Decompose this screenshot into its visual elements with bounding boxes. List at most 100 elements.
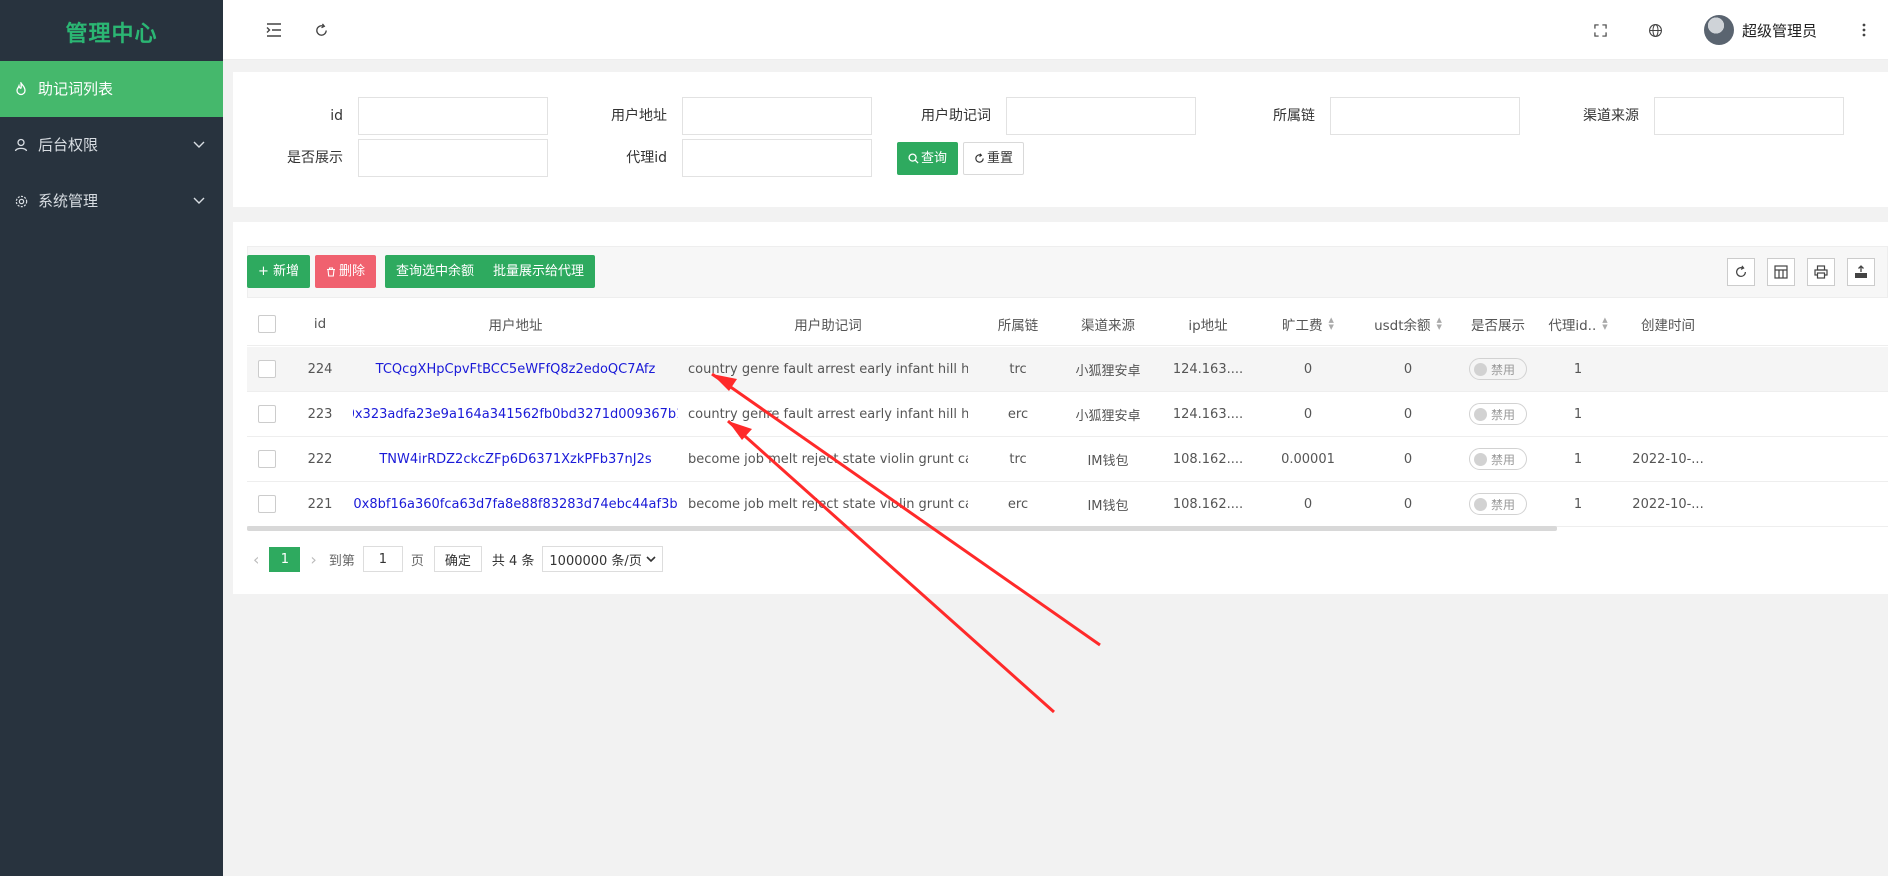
is-display-input[interactable] <box>358 139 548 177</box>
query-button[interactable]: 查询 <box>897 142 959 175</box>
sidebar-item-system-management[interactable]: 系统管理 <box>0 173 223 229</box>
query-selected-balance-button[interactable]: 查询选中余额 <box>385 255 486 288</box>
column-header-label: usdt余额 <box>1374 317 1431 334</box>
table-panel: + 新增 删除 查询选中余额 批量展示给代理 id 用户地址 用户助记词 所属链… <box>233 222 1888 594</box>
cell-address-link[interactable]: 0x8bf16a360fca63d7fa8e88f83283d74ebc44af… <box>353 482 678 526</box>
cell-chain: erc <box>1007 496 1029 512</box>
cell-address-link[interactable]: 0x323adfa23e9a164a341562fb0bd3271d009367… <box>353 392 678 436</box>
app-title: 管理中心 <box>65 22 158 47</box>
table-row[interactable]: 224 TCQcgXHpCpvFtBCC5eWFfQ8z2edoQC7Afz c… <box>247 347 1888 392</box>
cell-ip: 124.163.... <box>1172 406 1244 422</box>
goto-label: 到第 <box>328 553 355 569</box>
column-header-sortable[interactable]: usdt余额 ▲ ▼ <box>1358 302 1458 345</box>
show-toggle[interactable]: 禁用 <box>1458 437 1538 481</box>
user-mnemonic-input[interactable] <box>1006 97 1196 135</box>
id-input[interactable] <box>358 97 548 135</box>
cell-usdt: 0 <box>1403 451 1413 467</box>
more-icon[interactable] <box>1852 18 1876 42</box>
row-checkbox[interactable] <box>247 392 287 436</box>
toggle-label: 禁用 <box>1491 407 1516 422</box>
column-header: 创建时间 <box>1641 317 1695 334</box>
top-header: 超级管理员 <box>223 0 1888 60</box>
goto-page-input[interactable]: 1 <box>362 546 403 572</box>
toggle-label: 禁用 <box>1491 362 1516 377</box>
cell-usdt: 0 <box>1403 406 1413 422</box>
cell-chain: trc <box>1009 451 1027 467</box>
row-checkbox[interactable] <box>247 437 287 481</box>
cell-usdt: 0 <box>1403 496 1413 512</box>
page-button-current[interactable]: 1 <box>269 546 301 572</box>
column-header-label: 旷工费 <box>1282 317 1323 334</box>
sort-icon: ▲ ▼ <box>1602 315 1608 331</box>
show-toggle[interactable]: 禁用 <box>1458 482 1538 526</box>
page-unit-label: 页 <box>410 553 424 569</box>
column-header: 所属链 <box>997 317 1039 334</box>
column-header: 是否展示 <box>1471 317 1525 334</box>
sidebar-item-label: 系统管理 <box>38 192 99 210</box>
reset-button[interactable]: 重置 <box>963 142 1025 175</box>
next-page-icon[interactable]: › <box>310 550 316 569</box>
table-row[interactable]: 223 0x323adfa23e9a164a341562fb0bd3271d00… <box>247 392 1888 437</box>
row-checkbox[interactable] <box>247 482 287 526</box>
column-header: 用户助记词 <box>794 317 862 334</box>
menu-collapse-icon[interactable] <box>262 18 286 42</box>
cell-ip: 108.162.... <box>1172 451 1244 467</box>
export-icon[interactable] <box>1847 258 1875 286</box>
prev-page-icon[interactable]: ‹ <box>253 550 259 569</box>
query-button-label: 查询 <box>921 151 948 166</box>
print-icon[interactable] <box>1807 258 1835 286</box>
gear-icon <box>13 173 29 229</box>
columns-icon[interactable] <box>1767 258 1795 286</box>
row-checkbox[interactable] <box>247 347 287 391</box>
refresh-icon[interactable] <box>1727 258 1755 286</box>
globe-icon[interactable] <box>1643 18 1667 42</box>
user-address-input[interactable] <box>682 97 872 135</box>
select-all-checkbox[interactable] <box>247 302 287 345</box>
cell-agent-id: 1 <box>1573 451 1583 467</box>
show-toggle[interactable]: 禁用 <box>1458 392 1538 436</box>
sort-icon: ▲ ▼ <box>1328 315 1334 331</box>
sidebar-item-admin-permission[interactable]: 后台权限 <box>0 117 223 173</box>
goto-confirm-button[interactable]: 确定 <box>433 546 482 572</box>
fullscreen-icon[interactable] <box>1588 18 1612 42</box>
cell-address-link[interactable]: TNW4irRDZ2ckcZFp6D6371XzkPFb37nJ2s <box>353 437 678 481</box>
refresh-icon[interactable] <box>309 18 333 42</box>
user-icon <box>13 117 29 173</box>
column-header-sortable[interactable]: 代理id.. ▲ ▼ <box>1538 302 1618 345</box>
cell-mnemonic: country genre fault arrest early infant … <box>688 361 968 377</box>
sidebar-item-mnemonic-list[interactable]: 助记词列表 <box>0 61 223 117</box>
cell-address-link[interactable]: TCQcgXHpCpvFtBCC5eWFfQ8z2edoQC7Afz <box>353 347 678 391</box>
column-header-sortable[interactable]: 旷工费 ▲ ▼ <box>1258 302 1358 345</box>
horizontal-scrollbar[interactable] <box>247 526 1557 531</box>
channel-source-input[interactable] <box>1654 97 1844 135</box>
cell-source: IM钱包 <box>1087 498 1129 514</box>
chevron-down-icon <box>193 173 205 229</box>
add-button[interactable]: + 新增 <box>247 255 311 288</box>
user-menu[interactable]: 超级管理员 <box>1704 14 1817 46</box>
cell-fee: 0 <box>1303 496 1313 512</box>
table-row[interactable]: 221 0x8bf16a360fca63d7fa8e88f83283d74ebc… <box>247 482 1888 527</box>
channel-source-label: 渠道来源 <box>1583 108 1639 124</box>
page-size-select[interactable]: 1000000 条/页 <box>542 546 663 572</box>
cell-ip: 108.162.... <box>1172 496 1244 512</box>
show-toggle[interactable]: 禁用 <box>1458 347 1538 391</box>
cell-agent-id: 1 <box>1573 361 1583 377</box>
search-icon <box>908 153 919 164</box>
search-panel: id 用户地址 用户助记词 所属链 渠道来源 是否展示 代理id 查询 重置 <box>233 72 1888 207</box>
column-header: ip地址 <box>1188 317 1228 334</box>
fire-icon <box>13 61 29 117</box>
cell-mnemonic: become job melt reject state violin grun… <box>688 496 968 512</box>
pagination: ‹ 1 › 到第 1 页 确定 共 4 条 1000000 条/页 <box>253 544 663 574</box>
table-row[interactable]: 222 TNW4irRDZ2ckcZFp6D6371XzkPFb37nJ2s b… <box>247 437 1888 482</box>
cell-source: 小狐狸安卓 <box>1075 408 1141 424</box>
trash-icon <box>327 266 335 277</box>
delete-button[interactable]: 删除 <box>315 255 377 288</box>
batch-show-to-agent-button[interactable]: 批量展示给代理 <box>482 255 596 288</box>
cell-fee: 0 <box>1303 361 1313 377</box>
agent-id-input[interactable] <box>682 139 872 177</box>
sort-icon: ▲ ▼ <box>1436 315 1442 331</box>
column-header: 用户地址 <box>488 317 543 334</box>
table-header: id 用户地址 用户助记词 所属链 渠道来源 ip地址 旷工费 ▲ ▼ usdt余… <box>247 302 1888 346</box>
column-header: 渠道来源 <box>1081 317 1135 334</box>
chain-input[interactable] <box>1330 97 1520 135</box>
